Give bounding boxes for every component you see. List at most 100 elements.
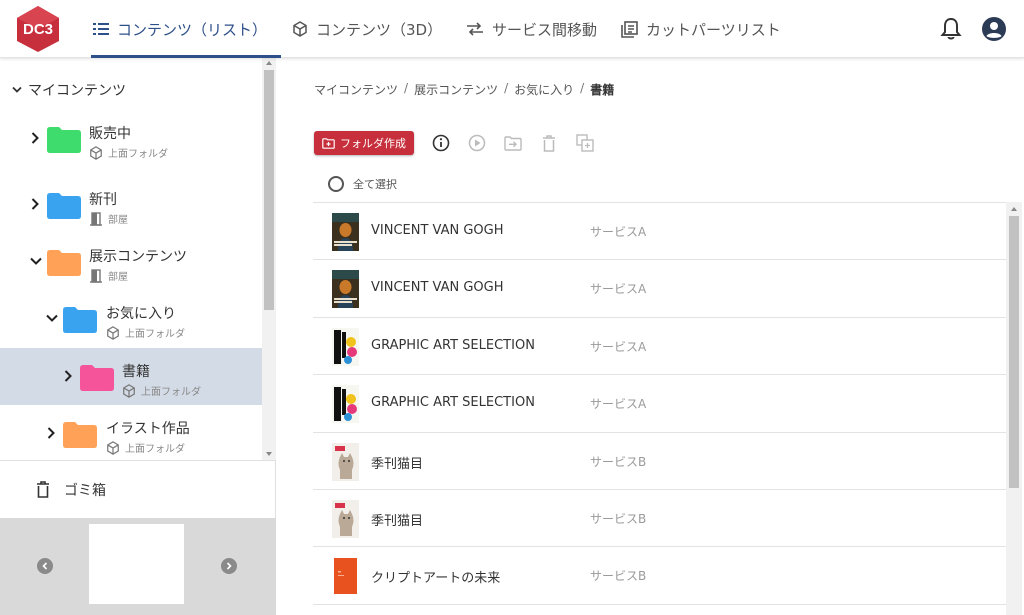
chevron-right-icon[interactable] (31, 132, 39, 144)
book-cover-thumbnail (332, 442, 359, 481)
folder-plus-icon (322, 137, 335, 149)
select-all-label: 全て選択 (353, 178, 397, 191)
content-title: 季刊猫目 (371, 456, 424, 472)
tree-node-label: 新刊 (89, 192, 117, 208)
chevron-right-icon[interactable] (64, 370, 72, 382)
move-to-folder-button[interactable] (504, 134, 522, 152)
cube-icon (107, 325, 119, 340)
select-all-toggle[interactable]: 全て選択 (328, 176, 397, 192)
delete-button[interactable] (540, 134, 558, 152)
breadcrumb-separator: / (404, 81, 409, 95)
move-to-folder-icon (504, 135, 522, 151)
tree-node-label: お気に入り (106, 306, 176, 322)
tree-node-type: 上面フォルダ (106, 325, 185, 340)
folder-icon (47, 127, 81, 153)
book-cover-thumbnail (332, 327, 359, 366)
list-item[interactable]: VINCENT VAN GOGH サービスA (313, 203, 1007, 261)
trash-item[interactable]: ゴミ箱 (0, 460, 276, 518)
content-toolbar: フォルダ作成 (314, 131, 594, 155)
cube-icon (90, 145, 102, 160)
breadcrumb-item[interactable]: お気に入り (514, 81, 574, 98)
list-item[interactable]: 季刊猫目 サービスB (313, 433, 1007, 490)
scroll-down-arrow[interactable] (266, 452, 272, 456)
tree-node-type-label: 上面フォルダ (125, 444, 185, 455)
tree-node-type: 上面フォルダ (106, 440, 185, 455)
breadcrumb: マイコンテンツ / 展示コンテンツ / お気に入り / 書籍 (314, 81, 614, 98)
tab-cut-parts-list[interactable]: カットパーツリスト (621, 0, 781, 58)
chevron-down-icon[interactable] (46, 314, 58, 322)
book-cover-thumbnail (332, 385, 359, 424)
breadcrumb-item[interactable]: マイコンテンツ (314, 81, 398, 98)
bell-icon[interactable] (938, 16, 964, 42)
tree-root-my-contents[interactable]: マイコンテンツ (12, 78, 126, 102)
select-all-radio[interactable] (328, 176, 344, 192)
play-button[interactable] (468, 134, 486, 152)
tree-node-on-sale[interactable]: 販売中 上面フォルダ (0, 110, 262, 167)
content-title: クリプトアートの未来 (371, 571, 501, 587)
preview-card (89, 524, 184, 604)
tree-node-type-label: 上面フォルダ (125, 329, 185, 340)
tree-node-books[interactable]: 書籍 上面フォルダ (0, 348, 262, 405)
tree-node-new-releases[interactable]: 新刊 部屋 (0, 176, 262, 233)
breadcrumb-separator: / (580, 81, 585, 95)
folder-icon (47, 250, 81, 276)
tree-node-favorites[interactable]: お気に入り 上面フォルダ (0, 290, 262, 347)
chevron-right-icon[interactable] (31, 198, 39, 210)
tree-node-label: イラスト作品 (106, 421, 190, 437)
list-item[interactable]: GRAPHIC ART SELECTION サービスA (313, 375, 1007, 433)
scrollbar-thumb[interactable] (264, 70, 274, 310)
tree-node-type: 上面フォルダ (89, 145, 168, 160)
scroll-up-arrow[interactable] (266, 61, 272, 65)
chevron-right-icon (226, 562, 232, 570)
list-item[interactable]: クリプトアートの未来 サービスB (313, 547, 1007, 605)
create-folder-button[interactable]: フォルダ作成 (314, 131, 414, 155)
content-service: サービスA (590, 225, 647, 239)
content-service: サービスA (590, 282, 647, 297)
copy-button[interactable] (576, 134, 594, 152)
tab-contents-list[interactable]: コンテンツ（リスト） (90, 0, 282, 58)
dc3-logo[interactable]: DC3 (14, 5, 62, 53)
scrollbar-thumb[interactable] (1009, 216, 1019, 488)
tab-contents-3d[interactable]: コンテンツ（3D） (292, 0, 442, 58)
tree-node-type-label: 上面フォルダ (141, 387, 201, 398)
info-button[interactable] (432, 134, 450, 152)
tree-node-type: 上面フォルダ (122, 383, 201, 398)
content-title: VINCENT VAN GOGH (371, 280, 504, 296)
tree-node-type-label: 部屋 (108, 215, 128, 226)
book-cover-thumbnail (332, 270, 359, 309)
chevron-down-icon[interactable] (12, 86, 22, 94)
content-list-scrollbar[interactable] (1006, 202, 1022, 615)
preview-next-button[interactable] (221, 558, 237, 574)
delete-icon (543, 134, 555, 152)
top-navigation-bar: DC3 コンテンツ（リスト） コンテンツ（3D） サービス間移動 カットパーツリ… (0, 0, 1024, 58)
tree-node-exhibition-contents[interactable]: 展示コンテンツ 部屋 (0, 233, 262, 290)
content-service: サービスB (590, 511, 647, 526)
tab-label: コンテンツ（3D） (316, 20, 443, 39)
cube-icon (293, 21, 307, 37)
tree-node-illustrations[interactable]: イラスト作品 上面フォルダ (0, 405, 262, 460)
content-service: サービスA (590, 339, 647, 354)
list-item[interactable]: 季刊猫目 サービスB (313, 490, 1007, 548)
folder-tree-scrollbar[interactable] (262, 58, 276, 460)
chevron-down-icon[interactable] (30, 257, 42, 265)
list-item[interactable]: VINCENT VAN GOGH サービスA (313, 260, 1007, 318)
breadcrumb-item[interactable]: 展示コンテンツ (414, 81, 498, 98)
account-circle-icon[interactable] (981, 16, 1007, 42)
folder-sidebar: マイコンテンツ 販売中 上面フォルダ 新刊 部屋 展示コンテンツ 部屋 お気に入… (0, 58, 276, 615)
chevron-left-icon (42, 562, 48, 570)
tab-service-transfer[interactable]: サービス間移動 (466, 0, 597, 58)
document-list-icon (621, 20, 638, 38)
list-item[interactable]: GRAPHIC ART SELECTION サービスA (313, 318, 1007, 376)
info-icon (432, 134, 450, 152)
chevron-right-icon[interactable] (47, 427, 55, 439)
breadcrumb-separator: / (504, 81, 509, 95)
tab-label: カットパーツリスト (646, 20, 781, 39)
folder-tree: マイコンテンツ 販売中 上面フォルダ 新刊 部屋 展示コンテンツ 部屋 お気に入… (0, 58, 262, 460)
content-service: サービスA (590, 397, 647, 412)
cube-icon (123, 383, 135, 398)
folder-icon (63, 422, 97, 448)
scroll-up-arrow[interactable] (1011, 207, 1017, 211)
preview-panel (0, 518, 276, 615)
tree-node-label: 販売中 (89, 126, 131, 142)
preview-prev-button[interactable] (37, 558, 53, 574)
